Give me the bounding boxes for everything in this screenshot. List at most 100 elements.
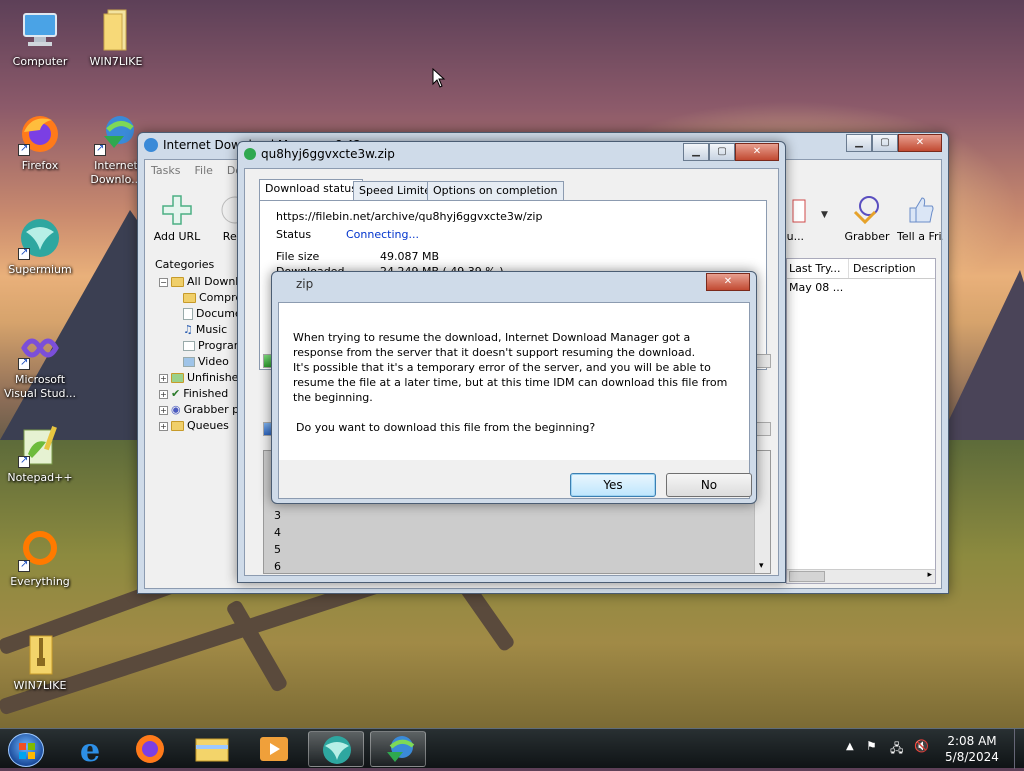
- grabber-icon: ◉: [171, 403, 181, 416]
- menu-file[interactable]: File: [194, 164, 212, 177]
- taskbar-file-explorer[interactable]: [184, 731, 240, 767]
- taskbar-supermium[interactable]: [308, 731, 364, 767]
- idm-icon: [144, 138, 158, 152]
- grabber-button[interactable]: Grabber: [837, 194, 897, 243]
- desktop-icon-label: Everything: [10, 575, 70, 588]
- tab-download-status[interactable]: Download status: [259, 179, 363, 200]
- firefox-icon: [136, 735, 164, 763]
- firefox-icon: [18, 112, 62, 156]
- show-desktop-button[interactable]: [1014, 729, 1024, 769]
- tell-a-friend-button[interactable]: Tell a Fri...: [897, 194, 943, 243]
- minimize-button[interactable]: ▁: [683, 143, 709, 161]
- folder-icon: [171, 421, 184, 431]
- message-box-client: When trying to resume the download, Inte…: [278, 302, 752, 499]
- file-size-value: 49.087 MB: [380, 250, 440, 263]
- table-row[interactable]: 5: [274, 543, 281, 556]
- taskbar-internet-explorer[interactable]: e: [62, 731, 118, 769]
- horizontal-scrollbar[interactable]: ▸: [787, 569, 935, 583]
- tree-item-queues[interactable]: + Queues: [159, 418, 229, 434]
- table-row[interactable]: 3: [274, 509, 281, 522]
- clock[interactable]: 2:08 AM 5/8/2024: [940, 733, 1004, 765]
- dropdown-arrow-icon[interactable]: ▼: [821, 210, 828, 220]
- notepadpp-icon: [18, 424, 62, 468]
- zip-folder-icon: [18, 632, 62, 676]
- internet-explorer-icon: e: [80, 731, 100, 769]
- download-url: https://filebin.net/archive/qu8hyj6ggvxc…: [276, 210, 543, 223]
- downloads-list[interactable]: Last Try... Description May 08 ... ▸: [786, 258, 936, 584]
- add-url-icon: [161, 194, 193, 226]
- file-size-label: File size: [276, 250, 320, 263]
- message-area: When trying to resume the download, Inte…: [279, 303, 749, 460]
- column-description[interactable]: Description: [849, 259, 920, 278]
- unfinished-folder-icon: [171, 373, 184, 383]
- desktop-icon-label: WIN7LIKE: [89, 55, 143, 68]
- table-row[interactable]: 6: [274, 560, 281, 573]
- scroll-down-icon[interactable]: ▾: [759, 561, 764, 571]
- tell-a-friend-label: Tell a Fri...: [897, 230, 943, 243]
- everything-icon: [18, 528, 62, 572]
- desktop-icon-label: Notepad++: [7, 471, 73, 484]
- close-button[interactable]: ✕: [898, 134, 942, 152]
- desktop-icon-win7like-folder[interactable]: WIN7LIKE: [78, 8, 154, 69]
- svg-text:e: e: [80, 731, 100, 767]
- desktop-icon-everything[interactable]: Everything: [2, 528, 78, 589]
- taskbar-idm[interactable]: [370, 731, 426, 767]
- close-button[interactable]: ✕: [735, 143, 779, 161]
- menu-tasks[interactable]: Tasks: [151, 164, 180, 177]
- thumbs-up-icon: [904, 194, 936, 226]
- tree-item-video[interactable]: Video: [183, 354, 229, 370]
- idm-icon: [94, 112, 138, 156]
- table-row[interactable]: 4: [274, 526, 281, 539]
- folder-open-icon: [171, 277, 184, 287]
- maximize-button[interactable]: ▢: [872, 134, 898, 152]
- desktop-icon-supermium[interactable]: Supermium: [2, 216, 78, 277]
- desktop-icon-label: Computer: [12, 55, 68, 68]
- clock-time: 2:08 AM: [947, 734, 997, 748]
- taskbar: e ▲ ⚑ 🖧 🔇 2:08 AM 5/8/2024: [0, 728, 1024, 769]
- desktop-icon-notepadpp[interactable]: Notepad++: [2, 424, 78, 485]
- desktop-icon-win7like-zip[interactable]: WIN7LIKE: [2, 632, 78, 693]
- clock-date: 5/8/2024: [945, 750, 999, 764]
- tree-item-music[interactable]: ♫ Music: [183, 322, 227, 338]
- taskbar-media-player[interactable]: [246, 731, 302, 767]
- add-url-button[interactable]: Add URL: [147, 194, 207, 243]
- media-player-icon: [260, 737, 288, 761]
- network-icon[interactable]: 🖧: [890, 739, 903, 760]
- desktop-icon-label: Internet Downlo...: [90, 159, 142, 186]
- music-note-icon: ♫: [183, 323, 193, 336]
- tree-item-unfinished[interactable]: + Unfinished: [159, 370, 245, 386]
- action-center-flag-icon[interactable]: ⚑: [866, 739, 877, 753]
- desktop-icon-computer[interactable]: Computer: [2, 8, 78, 69]
- maximize-button[interactable]: ▢: [709, 143, 735, 161]
- message-box-titlebar[interactable]: zip: [272, 272, 756, 296]
- desktop-icon-label: Microsoft Visual Stud...: [3, 373, 77, 400]
- desktop-icon-visual-studio[interactable]: Microsoft Visual Stud...: [2, 326, 78, 401]
- start-orb-icon[interactable]: [8, 733, 44, 767]
- desktop-icon-firefox[interactable]: Firefox: [2, 112, 78, 173]
- column-last-try[interactable]: Last Try...: [787, 259, 849, 278]
- message-paragraph-2: It's possible that it's a temporary erro…: [293, 361, 728, 404]
- minimize-button[interactable]: ▁: [846, 134, 872, 152]
- message-box[interactable]: zip ✕ When trying to resume the download…: [271, 271, 757, 504]
- taskbar-firefox[interactable]: [122, 731, 178, 767]
- tree-item-finished[interactable]: + ✔ Finished: [159, 386, 228, 402]
- yes-button[interactable]: Yes: [570, 473, 656, 497]
- vscode-icon: [18, 326, 62, 370]
- tab-options-on-completion[interactable]: Options on completion: [427, 181, 564, 200]
- status-value: Connecting...: [346, 228, 419, 241]
- volume-muted-icon[interactable]: 🔇: [914, 739, 929, 753]
- idm-icon: [387, 736, 415, 762]
- file-explorer-icon: [195, 738, 229, 762]
- no-button[interactable]: No: [666, 473, 752, 497]
- message-question: Do you want to download this file from t…: [296, 421, 596, 434]
- message-paragraph-1: When trying to resume the download, Inte…: [293, 331, 696, 359]
- program-icon: [183, 341, 195, 351]
- mouse-cursor-icon: [432, 68, 446, 88]
- checkmark-icon: ✔: [171, 387, 181, 400]
- desktop-icon-label: WIN7LIKE: [13, 679, 67, 692]
- scroll-right-icon[interactable]: ▸: [927, 570, 932, 580]
- supermium-icon: [18, 216, 62, 260]
- list-row-last-try[interactable]: May 08 ...: [787, 279, 935, 296]
- close-button[interactable]: ✕: [706, 273, 750, 291]
- show-hidden-icons-icon[interactable]: ▲: [846, 741, 854, 752]
